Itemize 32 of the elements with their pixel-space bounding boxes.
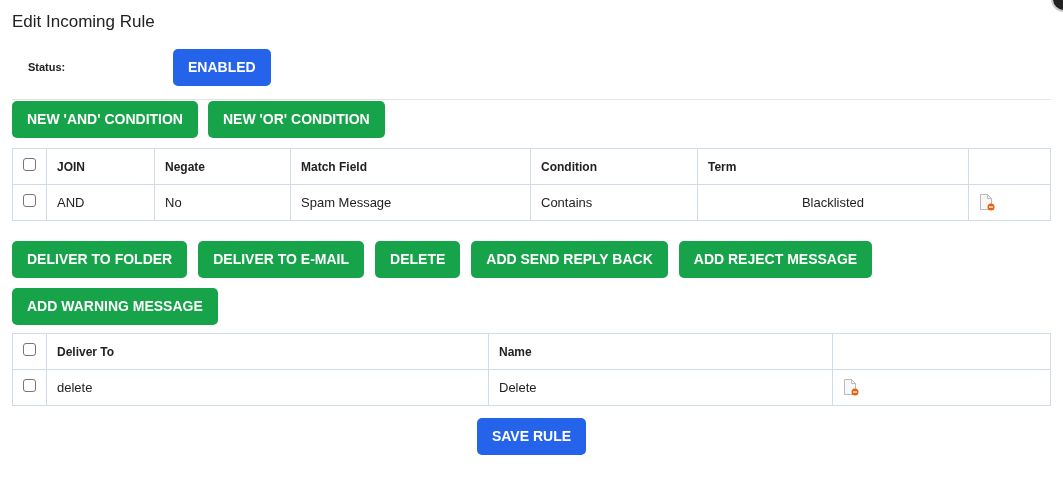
column-header: Deliver To [57,344,115,359]
row-checkbox[interactable] [23,193,36,207]
action-button[interactable]: DELETE [375,241,461,278]
row-checkbox[interactable] [23,342,36,356]
table-cell: Contains [541,194,593,210]
row-checkbox[interactable] [23,378,36,392]
column-header: Negate [165,159,205,174]
table-cell: Spam Message [301,194,392,210]
action-button[interactable]: DELIVER TO E-MAIL [198,241,365,278]
action-button[interactable]: NEW 'OR' CONDITION [208,101,385,138]
save-button[interactable]: SAVE RULE [476,418,587,455]
table-cell: No [165,194,182,210]
column-header: Name [499,344,532,359]
action-button[interactable]: ADD REJECT MESSAGE [678,241,873,278]
table-cell: delete [57,379,93,395]
row-checkbox[interactable] [23,157,36,171]
column-header: Condition [541,159,597,174]
dialog-title: Edit Incoming Rule [12,11,156,32]
delete-document-icon[interactable] [979,194,995,211]
status-label: Status: [27,60,67,76]
status-button[interactable]: ENABLED [173,49,271,86]
action-button[interactable]: ADD SEND REPLY BACK [471,241,668,278]
column-header: JOIN [57,159,85,174]
action-button[interactable]: ADD WARNING MESSAGE [12,288,218,325]
action-button[interactable]: NEW 'AND' CONDITION [12,101,198,138]
table-cell: Delete [499,379,537,395]
action-button[interactable]: DELIVER TO FOLDER [12,241,188,278]
table-cell: Blacklisted [801,194,865,210]
column-header: Term [708,159,737,174]
delete-document-icon[interactable] [843,379,859,396]
table-cell: AND [57,194,85,210]
column-header: Match Field [301,159,367,174]
